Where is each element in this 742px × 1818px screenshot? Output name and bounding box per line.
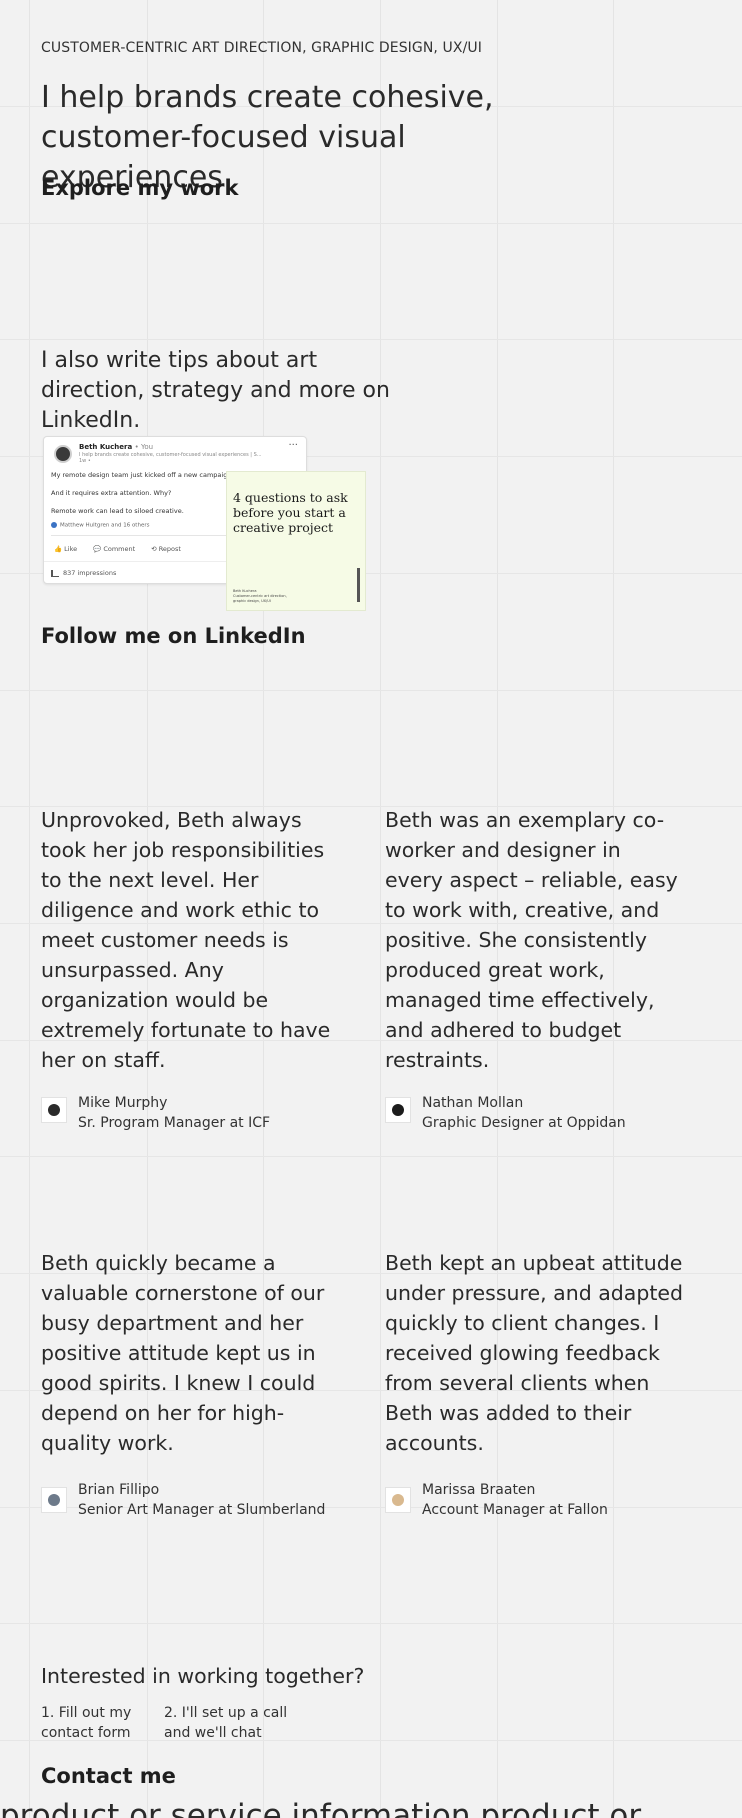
post-reactions: Matthew Hultgren and 16 others: [51, 522, 149, 529]
step-1: 1. Fill out my contact form: [41, 1705, 132, 1741]
comment-action: 💬 Comment: [93, 545, 136, 553]
linkedin-intro: I also write tips about art direction, s…: [41, 348, 390, 433]
avatar: [385, 1487, 411, 1513]
grid-line: [0, 223, 742, 224]
explore-work-link[interactable]: Explore my work: [41, 176, 239, 200]
poster-title: 4 questions to ask before you start a cr…: [233, 490, 348, 535]
post-author: Beth Kuchera • You: [79, 443, 154, 451]
testimonial-name: Mike Murphy: [78, 1095, 168, 1111]
person-icon: [392, 1104, 404, 1116]
testimonial-name: Brian Fillipo: [78, 1482, 160, 1498]
testimonial-quote: Unprovoked, Beth always took her job res…: [41, 808, 331, 1072]
grid-line: [0, 339, 742, 340]
like-action: 👍 Like: [54, 545, 78, 553]
post-line: And it requires extra attention. Why?: [51, 489, 172, 497]
person-icon: [48, 1494, 60, 1506]
post-meta: I help brands create cohesive, customer-…: [79, 452, 262, 464]
marquee-ticker: product or service information product o…: [0, 1798, 642, 1818]
bar-chart-icon: [51, 569, 59, 577]
testimonial-title: Sr. Program Manager at ICF: [78, 1115, 271, 1131]
testimonial-title: Graphic Designer at Oppidan: [422, 1115, 626, 1131]
hero-eyebrow: CUSTOMER-CENTRIC ART DIRECTION, GRAPHIC …: [41, 40, 482, 56]
post-actions: 👍 Like 💬 Comment ⟲ Repost: [54, 545, 181, 553]
grid-line: [380, 0, 381, 1818]
step-2: 2. I'll set up a call and we'll chat: [164, 1705, 288, 1741]
poster-footer: Beth Kuchera Customer-centric art direct…: [233, 589, 287, 603]
post-author-avatar: [54, 445, 72, 463]
post-line: Remote work can lead to siloed creative.: [51, 507, 184, 515]
follow-linkedin-link[interactable]: Follow me on LinkedIn: [41, 624, 306, 648]
repost-action: ⟲ Repost: [151, 545, 181, 553]
avatar: [385, 1097, 411, 1123]
contact-me-link[interactable]: Contact me: [41, 1764, 176, 1788]
person-icon: [392, 1494, 404, 1506]
like-reaction-icon: [51, 522, 57, 528]
testimonial-title: Senior Art Manager at Slumberland: [78, 1502, 326, 1518]
grid-line: [29, 0, 30, 1818]
post-impressions: 837 impressions: [51, 569, 116, 577]
testimonial-quote: Beth kept an upbeat attitude under press…: [385, 1251, 684, 1455]
testimonial-quote: Beth quickly became a valuable cornersto…: [41, 1251, 325, 1455]
grid-line: [0, 1156, 742, 1157]
grid-line: [0, 690, 742, 691]
contact-heading: Interested in working together?: [41, 1664, 365, 1688]
linkedin-post-image: 4 questions to ask before you start a cr…: [226, 471, 366, 611]
testimonial-title: Account Manager at Fallon: [422, 1502, 608, 1518]
testimonial-quote: Beth was an exemplary co-worker and desi…: [385, 808, 678, 1072]
person-icon: [48, 1104, 60, 1116]
avatar: [41, 1097, 67, 1123]
avatar: [41, 1487, 67, 1513]
more-options-icon: ···: [288, 440, 298, 451]
grid-line: [0, 1623, 742, 1624]
testimonial-name: Marissa Braaten: [422, 1482, 536, 1498]
post-line: My remote design team just kicked off a …: [51, 471, 235, 479]
testimonial-name: Nathan Mollan: [422, 1095, 524, 1111]
poster-side-text: [357, 568, 360, 602]
